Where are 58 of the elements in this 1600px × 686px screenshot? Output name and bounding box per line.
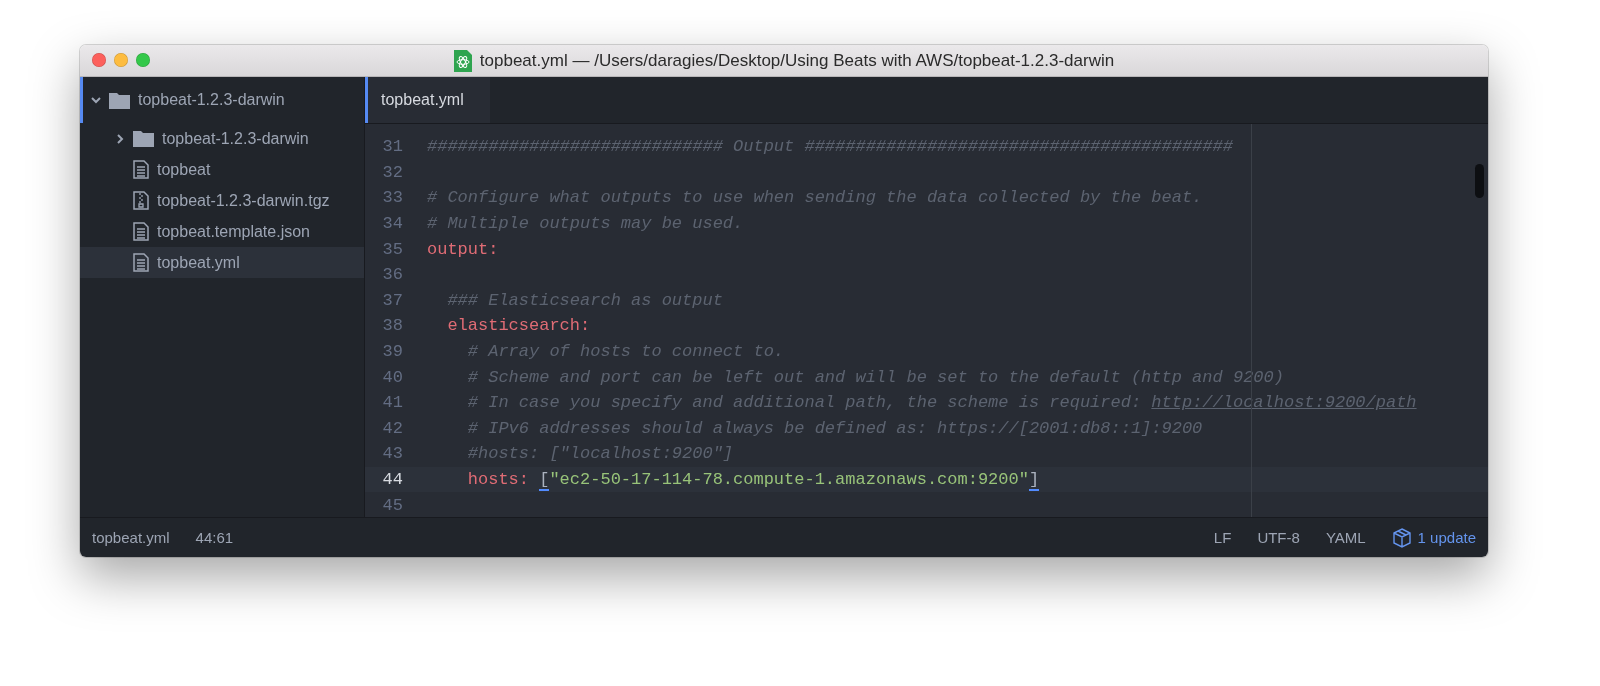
line-number: 35 bbox=[381, 239, 403, 259]
chevron-right-icon[interactable] bbox=[115, 133, 125, 144]
line-number: 44 bbox=[381, 470, 403, 489]
bracket: ] bbox=[1028, 470, 1040, 491]
code-text: "ec2-50-17-114-78.compute-1.amazonaws.com:9200" bbox=[549, 470, 1029, 489]
line-number: 43 bbox=[381, 444, 403, 464]
line-number: 40 bbox=[381, 367, 403, 387]
code-text: # Scheme and port can be left out and will be set to the default (http and 9200) bbox=[466, 367, 1284, 387]
code-text: ############################# Output ########################################## bbox=[427, 137, 1233, 157]
line-number: 34 bbox=[381, 214, 403, 234]
line-number: 31 bbox=[381, 137, 403, 157]
folder-icon bbox=[133, 130, 154, 147]
code-text: # Array of hosts to connect to. bbox=[466, 342, 785, 362]
zip-file-icon bbox=[133, 191, 149, 210]
code-text: output: bbox=[427, 239, 499, 259]
close-button[interactable] bbox=[92, 53, 106, 67]
update-link[interactable]: 1 update bbox=[1391, 527, 1476, 548]
tree-item[interactable]: topbeat bbox=[80, 154, 364, 185]
line-number: 41 bbox=[381, 393, 403, 413]
folder-icon bbox=[109, 91, 130, 109]
tree-item[interactable]: topbeat.template.json bbox=[80, 216, 364, 247]
file-icon bbox=[133, 222, 149, 241]
package-icon bbox=[1391, 527, 1412, 548]
code-editor[interactable] bbox=[365, 123, 1488, 517]
status-file[interactable]: topbeat.yml bbox=[92, 529, 170, 546]
file-icon bbox=[133, 160, 149, 179]
status-item[interactable]: LF bbox=[1213, 529, 1232, 546]
code-text: elasticsearch: bbox=[446, 316, 591, 336]
bracket: [ bbox=[539, 470, 550, 491]
code-text: # IPv6 addresses should always be defined as: https://[2001:db8::1]:9200 bbox=[466, 418, 1203, 438]
line-number: 32 bbox=[381, 162, 403, 182]
line-number: 37 bbox=[381, 290, 403, 310]
line-number: 42 bbox=[381, 418, 403, 438]
status-item[interactable]: YAML bbox=[1325, 529, 1366, 546]
code-text: # In case you specify and additional path, the scheme is required: bbox=[466, 393, 1143, 413]
tree-item[interactable]: topbeat-1.2.3-darwin bbox=[80, 123, 364, 154]
minimize-button[interactable] bbox=[114, 53, 128, 67]
chevron-down-icon[interactable] bbox=[91, 95, 101, 105]
line-number: 36 bbox=[381, 265, 403, 285]
cursor-position[interactable]: 44:61 bbox=[195, 529, 234, 546]
line-number: 38 bbox=[381, 316, 403, 336]
line-number: 45 bbox=[381, 495, 403, 515]
tree-item[interactable]: topbeat-1.2.3-darwin.tgz bbox=[80, 185, 364, 216]
zoom-button[interactable] bbox=[136, 53, 150, 67]
line-number: 39 bbox=[381, 342, 403, 362]
code-text: hosts: bbox=[466, 470, 531, 489]
atom-file-icon bbox=[453, 49, 472, 72]
status-item[interactable]: UTF-8 bbox=[1257, 529, 1300, 546]
code-text: # Multiple outputs may be used. bbox=[427, 214, 744, 234]
line-number: 33 bbox=[381, 188, 403, 208]
window-title: topbeat.yml — /Users/daragies/Desktop/Using Beats with AWS/topbeat-1.2.3-darwin bbox=[479, 50, 1115, 71]
code-text: #hosts: ["localhost:9200"] bbox=[466, 444, 734, 464]
file-icon bbox=[133, 253, 149, 272]
scrollbar-thumb[interactable] bbox=[1475, 164, 1484, 198]
tree-item[interactable]: topbeat.yml bbox=[80, 247, 364, 278]
code-text: ### Elasticsearch as output bbox=[446, 290, 723, 310]
tab[interactable]: topbeat.yml bbox=[365, 77, 490, 123]
code-text: # Configure what outputs to use when sending the data collected by the beat. bbox=[427, 188, 1203, 208]
